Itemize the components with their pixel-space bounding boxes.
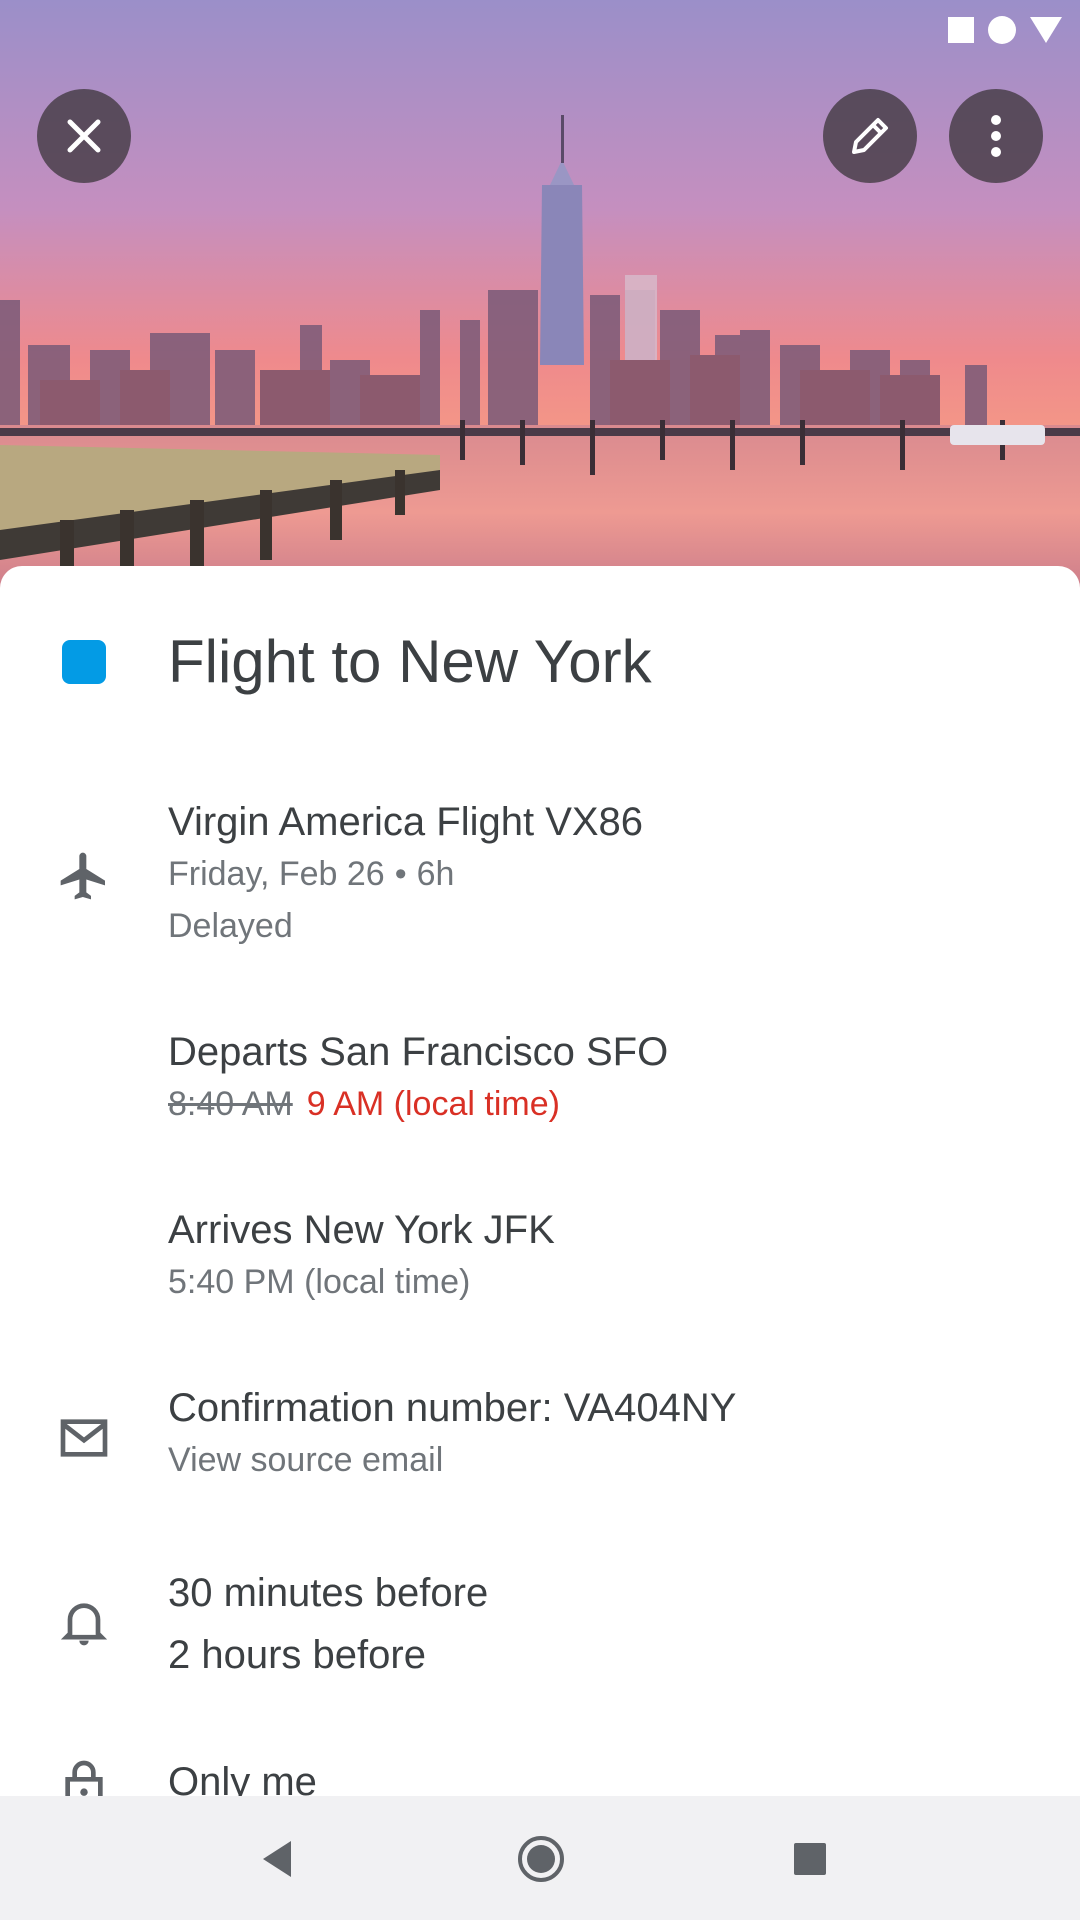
original-departure-time: 8:40 AM: [168, 1085, 293, 1123]
notification-item[interactable]: 2 hours before: [168, 1624, 1040, 1686]
more-options-button[interactable]: [949, 89, 1043, 183]
arrival-time: 5:40 PM (local time): [168, 1263, 471, 1301]
flight-date: Friday, Feb 26: [168, 855, 385, 893]
status-bar: [948, 16, 1062, 44]
recents-button[interactable]: [783, 1832, 837, 1886]
home-icon: [518, 1836, 564, 1882]
arrival-label: Arrives New York JFK: [168, 1208, 555, 1252]
visibility-label: Only me: [168, 1760, 317, 1796]
delayed-departure-time: 9 AM (local time): [306, 1085, 560, 1123]
separator-dot: •: [394, 855, 407, 893]
city-skyline-image: [0, 0, 1080, 600]
header-image: [0, 0, 1080, 600]
system-navigation-bar: [0, 1796, 1080, 1920]
recents-icon: [794, 1843, 826, 1875]
departure-label: Departs San Francisco SFO: [168, 1030, 669, 1074]
flight-status: Delayed: [168, 907, 293, 945]
event-color-swatch: [62, 640, 106, 684]
circle-icon: [988, 16, 1016, 44]
back-button[interactable]: [250, 1832, 304, 1886]
lock-icon: [56, 1756, 112, 1796]
view-source-email-link[interactable]: View source email: [168, 1434, 1040, 1486]
airplane-icon: [56, 848, 112, 904]
flight-duration: 6h: [416, 855, 455, 893]
flight-date-duration: Friday, Feb 26 • 6h: [168, 848, 1040, 900]
bell-icon: [56, 1594, 112, 1650]
triangle-icon: [1030, 17, 1062, 43]
edit-button[interactable]: [823, 89, 917, 183]
event-details-sheet: Flight to New York Virgin America Flight…: [0, 566, 1080, 1796]
pencil-icon: [852, 118, 888, 154]
more-vert-icon: [991, 115, 1001, 157]
square-icon: [948, 17, 974, 43]
departure-time: 8:40 AM 9 AM (local time): [168, 1078, 1040, 1130]
close-button[interactable]: [37, 89, 131, 183]
home-button[interactable]: [514, 1832, 568, 1886]
back-icon: [263, 1841, 291, 1877]
flight-name: Virgin America Flight VX86: [168, 800, 644, 844]
confirmation-number: Confirmation number: VA404NY: [168, 1386, 737, 1430]
mail-icon: [56, 1410, 112, 1466]
close-icon: [67, 119, 101, 153]
event-detail-screen: Flight to New York Virgin America Flight…: [0, 0, 1080, 1920]
event-title: Flight to New York: [168, 628, 652, 695]
notification-item[interactable]: 30 minutes before: [168, 1562, 1040, 1624]
